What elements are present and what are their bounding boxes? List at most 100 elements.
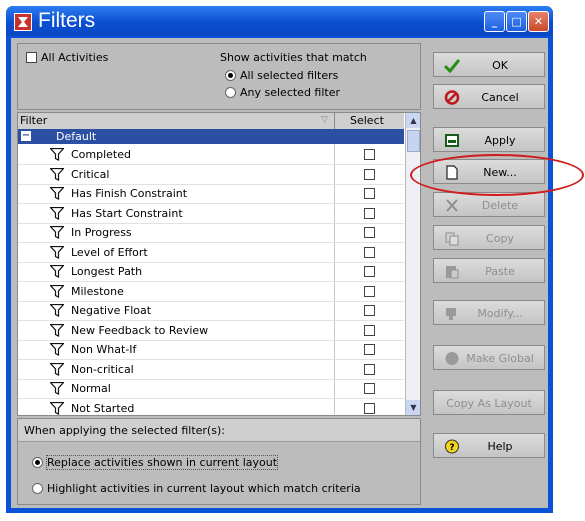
scroll-down-arrow[interactable]: ▼ [406,400,420,415]
filter-name: Completed [71,148,131,161]
filter-row[interactable]: In Progress [18,223,404,243]
annotation-ellipse [410,154,584,196]
filter-funnel-icon [50,284,64,298]
filter-row[interactable]: Not Started [18,399,404,416]
select-checkbox[interactable] [364,363,375,375]
all-activities-checkbox[interactable] [26,52,37,63]
highlight-activities-radio[interactable] [32,483,43,494]
filter-name: Has Start Constraint [71,206,183,220]
table-header: Filter ▽ Select [18,113,404,130]
filter-name: Critical [71,167,110,181]
filter-funnel-icon [50,343,64,356]
any-filter-label: Any selected filter [240,86,341,99]
minimize-button[interactable]: _ [484,11,505,32]
filter-funnel-icon [50,304,64,317]
group-row-default[interactable]: − Default [18,129,404,144]
filter-row[interactable]: Non What-If [18,340,404,360]
filter-row[interactable]: Negative Float [18,301,404,321]
close-button[interactable]: ✕ [528,11,549,32]
dialog-body: All Activities Show activities that matc… [11,38,548,508]
filter-name: Milestone [71,284,124,298]
select-checkbox[interactable] [364,266,375,277]
filter-funnel-icon [50,245,64,259]
make-global-button[interactable]: Make Global [433,345,545,370]
apply-button[interactable]: Apply [433,127,545,152]
select-checkbox[interactable] [364,402,375,414]
filter-name: Longest Path [71,265,143,278]
all-activities-label: All Activities [41,51,109,64]
filter-row[interactable]: Has Start Constraint [18,204,404,224]
filter-row[interactable]: Level of Effort [18,243,404,263]
filter-row[interactable]: New Feedback to Review [18,321,404,341]
highlight-activities-label: Highlight activities in current layout w… [47,482,361,495]
filter-funnel-icon [50,187,64,200]
copy-as-layout-button[interactable]: Copy As Layout [433,390,545,415]
group-label: Default [56,130,97,143]
apply-mode-panel: When applying the selected filter(s): Re… [17,418,421,505]
filters-dialog: Filters _ □ ✕ All Activities Show activi… [6,6,553,513]
filter-row[interactable]: Longest Path [18,262,404,282]
filter-name: Not Started [71,401,135,415]
filter-name: Non-critical [71,362,134,376]
filter-name: Negative Float [71,304,152,317]
all-filters-label: All selected filters [240,69,339,82]
copy-button[interactable]: Copy [433,225,545,250]
filter-funnel-icon [50,148,64,161]
filter-name: Non What-If [71,343,137,356]
filter-name: New Feedback to Review [71,323,209,337]
filter-funnel-icon [50,382,64,395]
scroll-up-arrow[interactable]: ▲ [406,113,420,128]
select-checkbox[interactable] [364,207,375,219]
select-checkbox[interactable] [364,168,375,180]
filter-funnel-icon [50,167,64,181]
filter-name: Level of Effort [71,245,148,259]
select-checkbox[interactable] [364,383,375,394]
paste-button[interactable]: Paste [433,258,545,283]
help-button[interactable]: ? Help [433,433,545,458]
ok-button[interactable]: OK [433,52,545,77]
column-header-filter[interactable]: Filter [20,114,47,127]
select-checkbox[interactable] [364,285,375,297]
any-filter-radio[interactable] [225,87,236,98]
apply-mode-label: When applying the selected filter(s): [24,424,225,437]
filter-row[interactable]: Has Finish Constraint [18,184,404,204]
filter-funnel-icon [50,226,64,239]
filter-funnel-icon [50,206,64,220]
replace-activities-radio[interactable] [32,457,43,468]
filter-funnel-icon [50,362,64,376]
column-header-select[interactable]: Select [350,114,384,127]
filter-name: Has Finish Constraint [71,187,188,200]
select-checkbox[interactable] [364,188,375,199]
vertical-scrollbar[interactable]: ▲ ▼ [405,113,420,415]
filter-row[interactable]: Completed [18,145,404,165]
filter-name: In Progress [71,226,132,239]
collapse-icon[interactable]: − [21,131,31,141]
filter-funnel-icon [50,265,64,278]
replace-activities-label: Replace activities shown in current layo… [45,455,279,470]
filter-funnel-icon [50,401,64,415]
show-match-label: Show activities that match [220,51,367,64]
app-icon [14,13,32,31]
filter-row[interactable]: Normal [18,379,404,399]
title-bar: Filters _ □ ✕ [6,6,553,36]
sort-icon: ▽ [321,115,328,125]
select-checkbox[interactable] [364,227,375,238]
filter-row[interactable]: Milestone [18,282,404,302]
cancel-button[interactable]: Cancel [433,84,545,109]
apply-mode-header: When applying the selected filter(s): [18,419,420,442]
all-filters-radio[interactable] [225,70,236,81]
select-checkbox[interactable] [364,246,375,258]
select-checkbox[interactable] [364,344,375,355]
filter-row[interactable]: Critical [18,165,404,185]
window-title: Filters [38,9,96,32]
filter-name: Normal [71,382,111,395]
select-checkbox[interactable] [364,324,375,336]
filter-row[interactable]: Non-critical [18,360,404,380]
maximize-button[interactable]: □ [506,11,527,32]
select-checkbox[interactable] [364,305,375,316]
match-options-panel: All Activities Show activities that matc… [17,43,421,110]
filter-table: Filter ▽ Select − Default Completed Criti… [17,112,421,416]
select-checkbox[interactable] [364,149,375,160]
scroll-thumb[interactable] [407,130,420,152]
modify-button[interactable]: Modify... [433,300,545,325]
